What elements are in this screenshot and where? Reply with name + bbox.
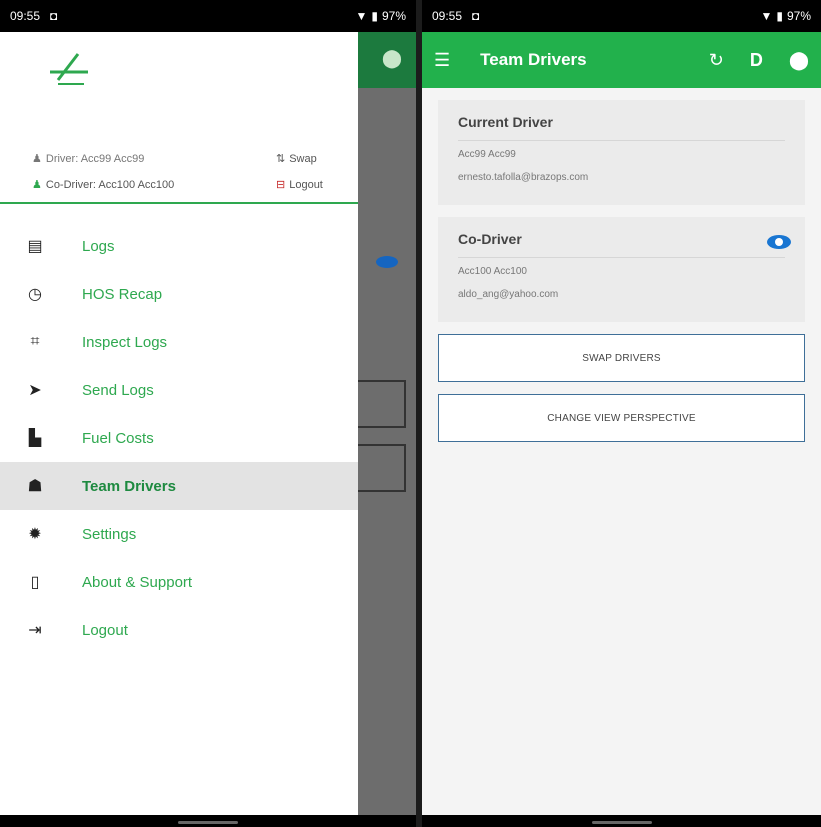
refresh-icon[interactable]: ↻ xyxy=(709,50,724,71)
logout-label: Logout xyxy=(289,179,323,191)
menu-item-label: Logs xyxy=(82,237,115,255)
co-driver-name: Acc100 Acc100 xyxy=(458,266,527,277)
swap-link[interactable]: ⇅ Swap xyxy=(276,152,317,165)
co-driver-email: aldo_ang@yahoo.com xyxy=(458,289,559,300)
current-driver-name: Acc99 Acc99 xyxy=(458,149,516,160)
logs-icon: ▤ xyxy=(27,238,43,255)
home-indicator[interactable] xyxy=(178,821,238,824)
swap-icon: ⇅ xyxy=(276,153,286,165)
menu-item-label: Fuel Costs xyxy=(82,429,154,447)
co-driver-card: Co-Driver Acc100 Acc100 aldo_ang@yahoo.c… xyxy=(438,217,805,322)
menu-item-send-logs[interactable]: ➤ Send Logs xyxy=(0,366,358,414)
eye-icon xyxy=(376,256,398,268)
driver-info: ♟ Driver: Acc99 Acc99 xyxy=(32,152,144,165)
menu-item-team-drivers[interactable]: ☗ Team Drivers xyxy=(0,462,358,510)
drawer-divider xyxy=(0,202,358,204)
codriver-info: ♟ Co-Driver: Acc100 Acc100 xyxy=(32,178,174,191)
current-driver-email: ernesto.tafolla@brazops.com xyxy=(458,172,589,183)
swap-label: Swap xyxy=(289,153,317,165)
swap-drivers-button[interactable]: SWAP DRIVERS xyxy=(438,334,805,382)
person-icon: ♟ xyxy=(32,179,42,191)
person-icon: ♟ xyxy=(32,153,42,165)
team-icon: ☗ xyxy=(27,478,43,495)
battery-level: 97% xyxy=(381,9,406,23)
menu-item-label: Settings xyxy=(82,525,137,543)
location-pin-icon: ⬤ xyxy=(381,48,402,68)
change-view-perspective-button[interactable]: CHANGE VIEW PERSPECTIVE xyxy=(438,394,805,442)
gear-icon: ✹ xyxy=(28,526,42,543)
menu-item-label: Send Logs xyxy=(82,381,154,399)
nav-bar xyxy=(422,815,821,827)
current-driver-card: Current Driver Acc99 Acc99 ernesto.tafol… xyxy=(438,100,805,205)
background-button-2 xyxy=(356,444,406,492)
menu-item-label: Inspect Logs xyxy=(82,333,168,351)
send-icon: ➤ xyxy=(28,382,42,399)
status-bar: 09:55 ◘ ▼ ▮ 97% xyxy=(0,0,416,32)
menu-item-fuel-costs[interactable]: ▙ Fuel Costs xyxy=(0,414,358,462)
app-bar: ☰ Team Drivers ↻ D ⬤ xyxy=(422,32,821,88)
menu-item-label: Team Drivers xyxy=(82,477,176,495)
menu-item-hos-recap[interactable]: ◷ HOS Recap xyxy=(0,270,358,318)
logout-icon: ⇥ xyxy=(28,622,42,639)
drawer-logout-link[interactable]: ⊟ Logout xyxy=(276,178,323,191)
fuel-icon: ▙ xyxy=(28,430,42,447)
notification-icon: ◘ xyxy=(50,9,58,23)
menu-item-logout[interactable]: ⇥ Logout xyxy=(0,606,358,654)
status-time: 09:55 xyxy=(10,9,41,23)
inspect-icon: ⌗ xyxy=(30,333,40,350)
duty-status-icon[interactable]: D xyxy=(750,50,763,71)
location-pin-icon[interactable]: ⬤ xyxy=(789,50,809,71)
battery-icon: ▮ xyxy=(776,9,783,23)
app-logo xyxy=(50,53,88,85)
menu-item-logs[interactable]: ▤ Logs xyxy=(0,222,358,270)
wifi-icon: ▼ xyxy=(355,9,368,23)
codriver-label: Co-Driver: Acc100 Acc100 xyxy=(45,179,175,191)
status-time: 09:55 xyxy=(432,9,463,23)
wifi-icon: ▼ xyxy=(760,9,773,23)
notification-icon: ◘ xyxy=(472,9,480,23)
menu-item-label: About & Support xyxy=(82,573,193,591)
phone-icon: ▯ xyxy=(30,574,40,591)
navigation-drawer: ♟ Driver: Acc99 Acc99 ♟ Co-Driver: Acc100 … xyxy=(0,32,358,815)
driver-label: Driver: Acc99 Acc99 xyxy=(45,153,145,165)
eye-icon[interactable] xyxy=(767,235,791,249)
left-screen: 09:55 ◘ ▼ ▮ 97% ⬤ ♟ Driver: Acc99 Acc99 … xyxy=(0,0,416,827)
menu-item-settings[interactable]: ✹ Settings xyxy=(0,510,358,558)
menu-item-label: Logout xyxy=(82,621,128,639)
current-driver-title: Current Driver xyxy=(458,114,785,141)
page-title: Team Drivers xyxy=(480,50,587,69)
drawer-menu: ▤ Logs ◷ HOS Recap ⌗ Inspect Logs ➤ Send… xyxy=(0,222,358,654)
screenshot-root: 09:55 ◘ ▼ ▮ 97% ⬤ ♟ Driver: Acc99 Acc99 … xyxy=(0,0,821,827)
nav-bar xyxy=(0,815,416,827)
background-button-1 xyxy=(356,380,406,428)
battery-icon: ▮ xyxy=(371,9,378,23)
status-bar: 09:55 ◘ ▼ ▮ 97% xyxy=(422,0,821,32)
alarm-icon: ◷ xyxy=(28,286,42,303)
home-indicator[interactable] xyxy=(591,821,652,824)
menu-item-label: HOS Recap xyxy=(82,285,163,303)
menu-item-inspect-logs[interactable]: ⌗ Inspect Logs xyxy=(0,318,358,366)
battery-level: 97% xyxy=(786,9,811,23)
right-screen: 09:55 ◘ ▼ ▮ 97% ☰ Team Drivers ↻ D ⬤ Cur… xyxy=(422,0,821,827)
hamburger-menu-icon[interactable]: ☰ xyxy=(434,50,450,71)
co-driver-title: Co-Driver xyxy=(458,231,785,258)
menu-item-about-support[interactable]: ▯ About & Support xyxy=(0,558,358,606)
logout-icon: ⊟ xyxy=(276,179,286,191)
